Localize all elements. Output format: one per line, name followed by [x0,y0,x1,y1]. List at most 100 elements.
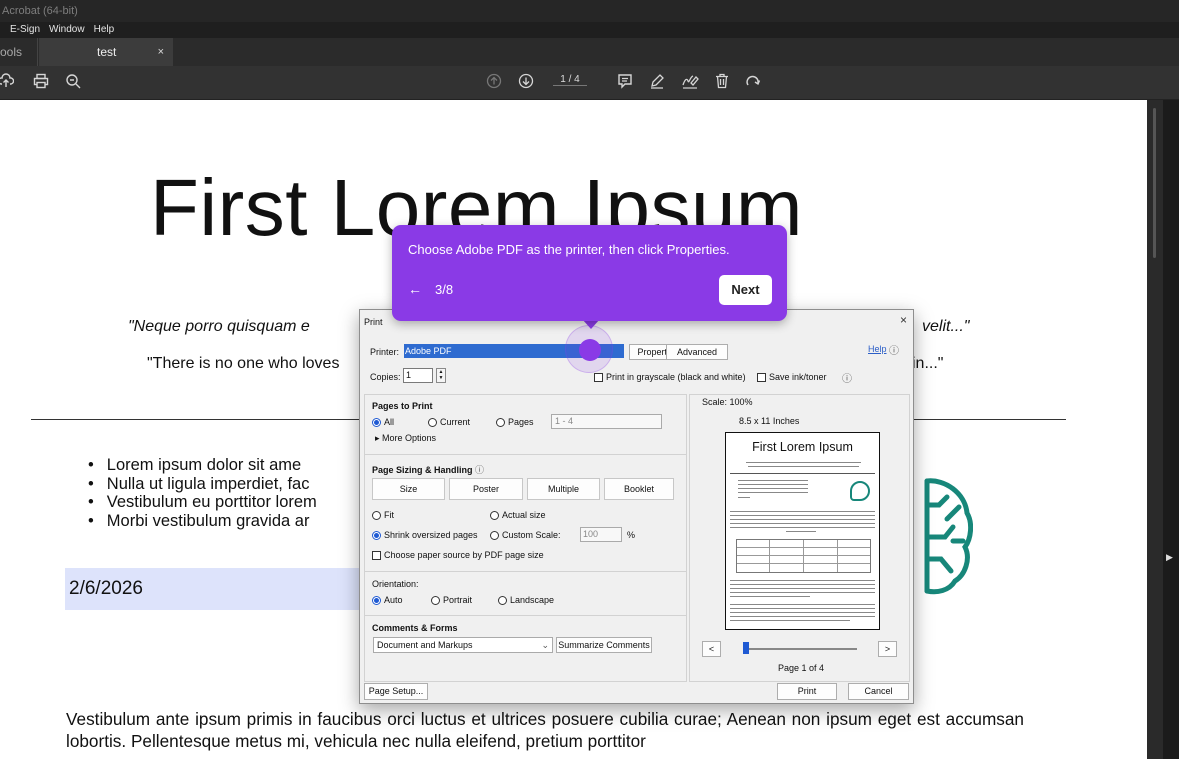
menu-help[interactable]: Help [94,22,115,38]
orientation-portrait-radio[interactable]: Portrait [431,595,472,606]
print-options-panel: Pages to Print All Current Pages 1 - 4 ▸… [364,394,687,682]
tour-hotspot[interactable] [579,339,601,361]
tab-document[interactable]: test × [39,38,173,66]
print-icon[interactable] [31,73,51,94]
cancel-button[interactable]: Cancel [848,683,909,700]
list-item: • Morbi vestibulum gravida ar [88,511,310,530]
grayscale-option[interactable]: Print in grayscale (black and white) [594,372,746,383]
back-arrow-icon[interactable]: ← [408,281,422,297]
guided-tour-popup: Choose Adobe PDF as the printer, then cl… [392,225,787,321]
pages-range-input[interactable]: 1 - 4 [551,414,662,429]
preview-table [736,539,871,573]
list-item: • Vestibulum eu porttitor lorem [88,493,317,511]
page-setup-button[interactable]: Page Setup... [364,683,428,700]
quote-english: "There is no one who loves [147,355,340,372]
print-button[interactable]: Print [777,683,837,700]
tour-step-counter: 3/8 [435,282,454,297]
tour-instruction: Choose Adobe PDF as the printer, then cl… [408,242,730,257]
bullet-list: • Lorem ipsum dolor sit ame • Nulla ut lig… [88,456,317,530]
brain-logo-icon [923,475,974,620]
pages-current-radio[interactable]: Current [428,417,470,428]
fit-radio[interactable]: Fit [372,510,394,521]
grayscale-checkbox[interactable] [594,373,603,383]
preview-prev-button[interactable]: < [702,641,721,657]
menu-bar: E-Sign Window Help [0,22,1179,38]
orientation-landscape-radio[interactable]: Landscape [498,595,554,606]
preview-slider-thumb[interactable] [743,642,749,654]
triangle-right-icon: ▸ [375,433,383,443]
copies-stepper[interactable]: ▲ ▼ [436,368,446,383]
copies-input[interactable]: 1 [403,368,433,383]
help-circle-icon[interactable]: ⓘ [889,342,899,357]
preview-page-slider[interactable] [743,648,857,650]
cloud-upload-icon[interactable] [0,73,16,94]
chevron-down-icon: ⌄ [541,640,549,650]
more-options-toggle[interactable]: ▸ More Options [375,433,436,444]
tour-next-button[interactable]: Next [719,275,772,305]
zoom-icon[interactable] [63,73,83,94]
list-item: • Nulla ut ligula imperdiet, fac [88,474,310,493]
list-item: • Lorem ipsum dolor sit ame [88,456,302,474]
body-paragraph: Vestibulum ante ipsum primis in faucibus… [66,709,1024,751]
info-icon[interactable]: ⓘ [842,370,852,385]
booklet-button[interactable]: Booklet [604,478,674,500]
expand-panel-icon[interactable]: ▶ [1166,552,1173,563]
divider [365,454,686,455]
page-down-icon[interactable] [516,73,536,94]
help-link[interactable]: Help [868,344,887,354]
app-title: Acrobat (64-bit) [2,5,78,17]
print-dialog: Print × Printer: Adobe PDF Properties Ad… [359,309,914,704]
quote-latin-end: velit..." [922,318,970,335]
tab-tools[interactable]: ools [0,38,38,66]
pages-range-radio[interactable]: Pages [496,417,534,428]
page-number-field[interactable]: 1 / 4 [553,74,587,86]
size-button[interactable]: Size [372,478,445,500]
sign-icon[interactable] [680,73,700,94]
quote-english-end: in..." [912,355,944,372]
divider [365,615,686,616]
poster-button[interactable]: Poster [449,478,523,500]
right-panel-collapsed: ▶ [1163,100,1179,759]
summarize-comments-button[interactable]: Summarize Comments [556,637,652,653]
print-preview-panel: Scale: 100% 8.5 x 11 Inches First Lorem … [689,394,910,682]
menu-window[interactable]: Window [49,22,85,38]
save-ink-option[interactable]: Save ink/toner [757,372,827,383]
rotate-icon[interactable] [743,73,763,94]
orientation-label: Orientation: [372,579,419,589]
paper-source-option[interactable]: Choose paper source by PDF page size [372,550,544,561]
comment-icon[interactable] [615,73,635,94]
save-ink-checkbox[interactable] [757,373,766,383]
comments-forms-select[interactable]: Document and Markups ⌄ [373,637,553,653]
custom-scale-radio[interactable]: Custom Scale: [490,530,561,541]
shrink-radio[interactable]: Shrink oversized pages [372,530,478,541]
page-up-icon[interactable] [484,73,504,94]
page-preview: First Lorem Ipsum [725,432,880,630]
pages-all-radio[interactable]: All [372,417,394,428]
multiple-button[interactable]: Multiple [527,478,600,500]
scroll-thumb[interactable] [1153,108,1156,258]
actual-size-radio[interactable]: Actual size [490,510,546,521]
paper-source-checkbox[interactable] [372,551,381,561]
highlight-icon[interactable] [647,73,667,94]
divider [365,571,686,572]
page-sizing-heading: Page Sizing & Handling ⓘ [372,465,485,475]
advanced-button[interactable]: Advanced [666,344,728,360]
menu-e-sign[interactable]: E-Sign [10,22,40,38]
date-field[interactable]: 2/6/2026 [65,568,365,610]
orientation-auto-radio[interactable]: Auto [372,595,403,606]
info-icon[interactable]: ⓘ [475,465,484,475]
toolbar [0,66,1179,100]
preview-next-button[interactable]: > [878,641,897,657]
copies-label: Copies: [370,372,401,382]
printer-label: Printer: [370,347,400,357]
comments-forms-heading: Comments & Forms [372,623,458,633]
close-tab-icon[interactable]: × [158,38,164,66]
preview-page-indicator: Page 1 of 4 [778,663,825,673]
close-icon[interactable]: × [900,313,907,327]
dialog-title: Print [364,317,383,327]
vertical-scrollbar[interactable] [1147,100,1163,759]
custom-scale-input[interactable]: 100 [580,527,622,542]
preview-page-title: First Lorem Ipsum [752,440,853,454]
delete-icon[interactable] [712,73,732,94]
quote-latin: "Neque porro quisquam e [128,318,310,335]
